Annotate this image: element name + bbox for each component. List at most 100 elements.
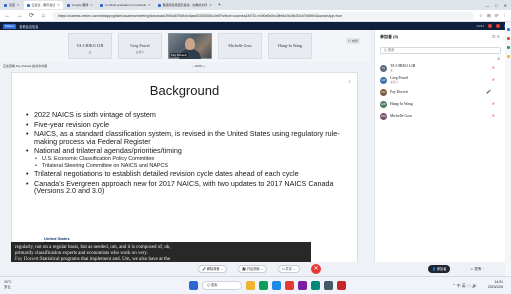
thumbnail-name: Hung-Ju Wang bbox=[278, 43, 302, 48]
panel-close-icon[interactable]: ⊡ ✕ bbox=[492, 34, 500, 39]
rail-app-icon[interactable] bbox=[506, 28, 510, 31]
zoom-control[interactable]: − 100% + bbox=[192, 64, 205, 68]
mic-muted-icon: ✕ bbox=[491, 113, 495, 118]
taskbar-app-icon[interactable] bbox=[337, 281, 346, 290]
taskbar-app-icon[interactable] bbox=[298, 281, 307, 290]
favicon-icon bbox=[157, 3, 161, 7]
taskbar-app-icon[interactable] bbox=[272, 281, 281, 290]
close-tab-icon[interactable]: ✕ bbox=[57, 1, 60, 9]
thumbnail-hung-ju-wang[interactable]: Hung-Ju Wang bbox=[268, 33, 312, 59]
thumbnail-name: Michelle Goss bbox=[228, 43, 252, 48]
tab-meeting[interactable]: 云会议 - 腾讯会议 ✕ bbox=[23, 1, 63, 9]
tab-label: Google 翻译 bbox=[71, 3, 89, 7]
thumbnail-name: TA-CHIKO LIH bbox=[76, 43, 104, 48]
thumbnail-fay-dorsett-video[interactable]: Fay Dorsett bbox=[168, 33, 212, 59]
taskbar-app-icon[interactable] bbox=[259, 281, 268, 290]
thumbnail-role: 主持人 bbox=[135, 50, 145, 54]
rail-app-icon[interactable] bbox=[506, 46, 510, 49]
layout-button[interactable]: ⇅ 布局 bbox=[346, 38, 360, 44]
participant-item[interactable]: FD Fay Dorsett 🎤 bbox=[380, 86, 501, 98]
home-button[interactable]: ⌂ bbox=[40, 13, 47, 19]
thumbnail-ta-chiko-lih[interactable]: TA-CHIKO LIH 主 bbox=[68, 33, 112, 59]
close-tab-icon[interactable]: ✕ bbox=[17, 1, 20, 9]
rail-app-icon[interactable] bbox=[506, 37, 510, 40]
participant-item[interactable]: GP Greg Pravel 主持人 ✕ bbox=[380, 74, 501, 86]
participants-button[interactable]: 👤 参加者 bbox=[428, 265, 451, 273]
avatar: FD bbox=[380, 88, 387, 96]
weather-widget[interactable]: 26°C 多云 bbox=[4, 280, 12, 290]
forward-button[interactable]: → bbox=[16, 13, 23, 19]
thumbnail-michelle-goss[interactable]: Michelle Goss bbox=[218, 33, 262, 59]
taskbar-clock[interactable]: 14:51 2023/12/6 bbox=[488, 280, 503, 290]
extensions-icon[interactable]: ⊞ bbox=[487, 13, 491, 19]
participant-name: Hung-Ju Wang bbox=[390, 102, 413, 106]
participant-search-input[interactable]: Q 搜索 bbox=[380, 47, 501, 54]
taskbar-apps: Q 搜索 bbox=[189, 281, 346, 290]
participant-item[interactable]: MG Michelle Goss ✕ bbox=[380, 110, 501, 122]
end-call-button[interactable]: ✕ bbox=[311, 264, 321, 274]
sync-icon[interactable]: ⟳ bbox=[495, 13, 499, 19]
start-video-button[interactable]: 🎥 开启视频 ⌄ bbox=[238, 265, 268, 273]
shared-slide: Background ⌕ 2022 NAICS is sixth vintage… bbox=[11, 72, 358, 267]
reactions-button[interactable]: ☺ 表情 ⋯ bbox=[470, 266, 486, 271]
tab-label: A critical evaluation of methods bbox=[104, 3, 147, 7]
thumbnail-name: Fay Dorsett bbox=[170, 53, 188, 57]
menu-icon[interactable]: ⋮ bbox=[503, 13, 508, 19]
back-button[interactable]: ← bbox=[4, 13, 11, 19]
participant-item[interactable]: HW Hung-Ju Wang ✕ bbox=[380, 98, 501, 110]
taskbar-app-icon[interactable] bbox=[311, 281, 320, 290]
url-field[interactable]: https://usamea.webex.com/webappng/sites/… bbox=[52, 11, 474, 20]
video-person-face bbox=[185, 38, 195, 50]
taskbar-app-icon[interactable] bbox=[285, 281, 294, 290]
unmute-button[interactable]: 🎤 解除静音 ⌄ bbox=[198, 265, 228, 273]
slide-bullets: 2022 NAICS is sixth vintage of system Fi… bbox=[26, 111, 351, 197]
minimize-button[interactable]: — bbox=[485, 3, 489, 8]
system-tray[interactable]: ⌃ 中 英 ☁ 🔊 bbox=[452, 283, 477, 289]
sort-icon[interactable]: ⇵ bbox=[497, 57, 500, 61]
meeting-topbar: Webex 查看会议信息 14:51 bbox=[0, 22, 511, 30]
tab-baidu[interactable]: 百度 ✕ bbox=[1, 1, 23, 9]
record-dot-icon[interactable] bbox=[496, 24, 500, 28]
weather-text: 多云 bbox=[4, 285, 11, 289]
close-tab-icon[interactable]: ✕ bbox=[148, 1, 151, 9]
bullet-item: Five-year revision cycle bbox=[26, 120, 351, 128]
slide-zoom-icon[interactable]: ⌕ bbox=[348, 79, 351, 85]
participant-item[interactable]: TL TA-CHIKO LIH 主 ✕ bbox=[380, 62, 501, 74]
close-tab-icon[interactable]: ✕ bbox=[90, 1, 93, 9]
bullet-item: 2022 NAICS is sixth vintage of system bbox=[26, 111, 351, 119]
share-bar: 正在查看 Fay Dorsett 的共享内容 − 100% + bbox=[0, 62, 370, 70]
close-tab-icon[interactable]: ✕ bbox=[209, 1, 212, 9]
taskbar-app-icon[interactable] bbox=[246, 281, 255, 290]
meeting-info-link[interactable]: 查看会议信息 bbox=[19, 24, 38, 29]
bullet-item: NAICS, as a standard classification syst… bbox=[26, 130, 351, 145]
thumbnail-name: Greg Pravel bbox=[130, 43, 150, 48]
rail-app-icon[interactable] bbox=[506, 55, 510, 58]
bullet-item: National and trilateral agendas/prioriti… bbox=[26, 147, 351, 155]
participants-panel: 参加者 (5) ⊡ ✕ Q 搜索 ⇵ TL TA-CHIKO LIH 主 ✕ GP… bbox=[374, 30, 505, 262]
browser-side-rail bbox=[505, 22, 511, 276]
tab-paper[interactable]: A critical evaluation of methods ✕ bbox=[97, 1, 154, 9]
mic-muted-icon: ✕ bbox=[491, 77, 495, 82]
status-dot-icon[interactable] bbox=[488, 24, 492, 28]
meeting-toolbar: 🎤 解除静音 ⌄ 🎥 开启视频 ⌄ ⊡ 共享 ⌄ ⋯ ✕ 👤 参加者 ☺ 表情 … bbox=[0, 262, 511, 276]
tab-translate[interactable]: Google 翻译 ✕ bbox=[64, 1, 96, 9]
tab-label: 百度 bbox=[9, 3, 16, 7]
reload-button[interactable]: ⟳ bbox=[28, 12, 35, 19]
slide-title: Background bbox=[149, 83, 220, 98]
new-tab-button[interactable]: + bbox=[218, 2, 221, 8]
start-icon[interactable] bbox=[189, 281, 198, 290]
avatar: HW bbox=[380, 100, 387, 108]
bookmark-icon[interactable]: ☆ bbox=[479, 13, 483, 19]
thumbnail-role: 主 bbox=[88, 50, 92, 54]
close-window-button[interactable]: ✕ bbox=[504, 3, 507, 8]
thumbnail-greg-pravel[interactable]: Greg Pravel 主持人 bbox=[118, 33, 162, 59]
maximize-button[interactable]: □ bbox=[495, 3, 497, 8]
taskbar-app-icon[interactable] bbox=[324, 281, 333, 290]
meeting-time: 14:51 bbox=[476, 24, 484, 28]
tab-ielts[interactable]: 雅思阅读真题及答案 - 在看的文件 ✕ bbox=[155, 1, 215, 9]
taskbar-search[interactable]: Q 搜索 bbox=[202, 281, 242, 290]
clock-date: 2023/12/6 bbox=[487, 285, 503, 289]
share-button[interactable]: ⊡ 共享 ⌄ bbox=[278, 265, 300, 273]
participant-list: TL TA-CHIKO LIH 主 ✕ GP Greg Pravel 主持人 ✕ F… bbox=[380, 62, 501, 122]
sub-bullet-item: U.S. Economic Classification Policy Comm… bbox=[26, 156, 351, 163]
